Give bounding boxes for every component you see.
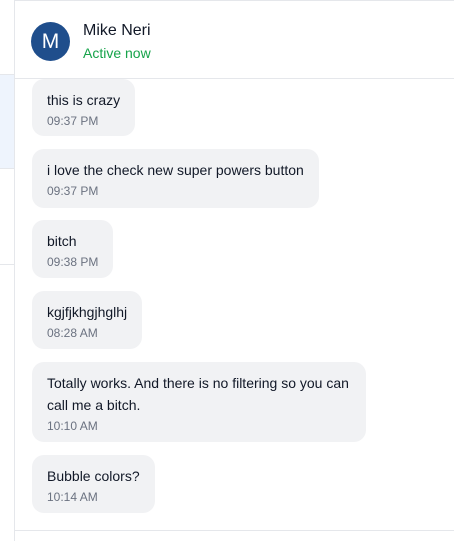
composer-divider [15,530,454,531]
message-text: this is crazy [47,92,121,108]
divider [0,264,14,265]
contact-name[interactable]: Mike Neri [83,22,151,40]
message-time: 08:28 AM [47,326,98,340]
divider [0,168,14,169]
message-text: i love the check new super powers button [47,162,304,178]
message-text: Bubble colors? [47,468,140,484]
message-time: 09:38 PM [47,255,99,269]
message-bubble[interactable]: Bubble colors? 10:14 AM [32,455,155,513]
message-text: bitch [47,233,77,249]
message-time: 10:14 AM [47,490,98,504]
message-bubble[interactable]: this is crazy 09:37 PM [32,79,136,136]
message-bubble[interactable]: kgjfjkhgjhglhj 08:28 AM [32,291,143,349]
message-bubble[interactable]: Totally works. And there is no filtering… [32,362,366,442]
message-bubble[interactable]: i love the check new super powers button… [32,149,319,208]
conversation-list-item-selected[interactable] [0,75,14,168]
message-text: Totally works. And there is no filtering… [47,375,349,413]
message-time: 09:37 PM [47,114,99,128]
conversation-list-edge [0,0,15,541]
message-list[interactable]: this is crazy 09:37 PM i love the check … [15,79,454,530]
message-time: 09:37 PM [47,184,99,198]
chat-panel: M Mike Neri Active now this is crazy 09:… [15,0,454,541]
contact-status: Active now [83,45,151,61]
message-bubble[interactable]: bitch 09:38 PM [32,220,114,278]
chat-header: M Mike Neri Active now [15,0,454,79]
avatar[interactable]: M [31,22,70,61]
message-text: kgjfjkhgjhglhj [47,304,128,320]
message-time: 10:10 AM [47,419,98,433]
messenger-window: M Mike Neri Active now this is crazy 09:… [0,0,454,541]
